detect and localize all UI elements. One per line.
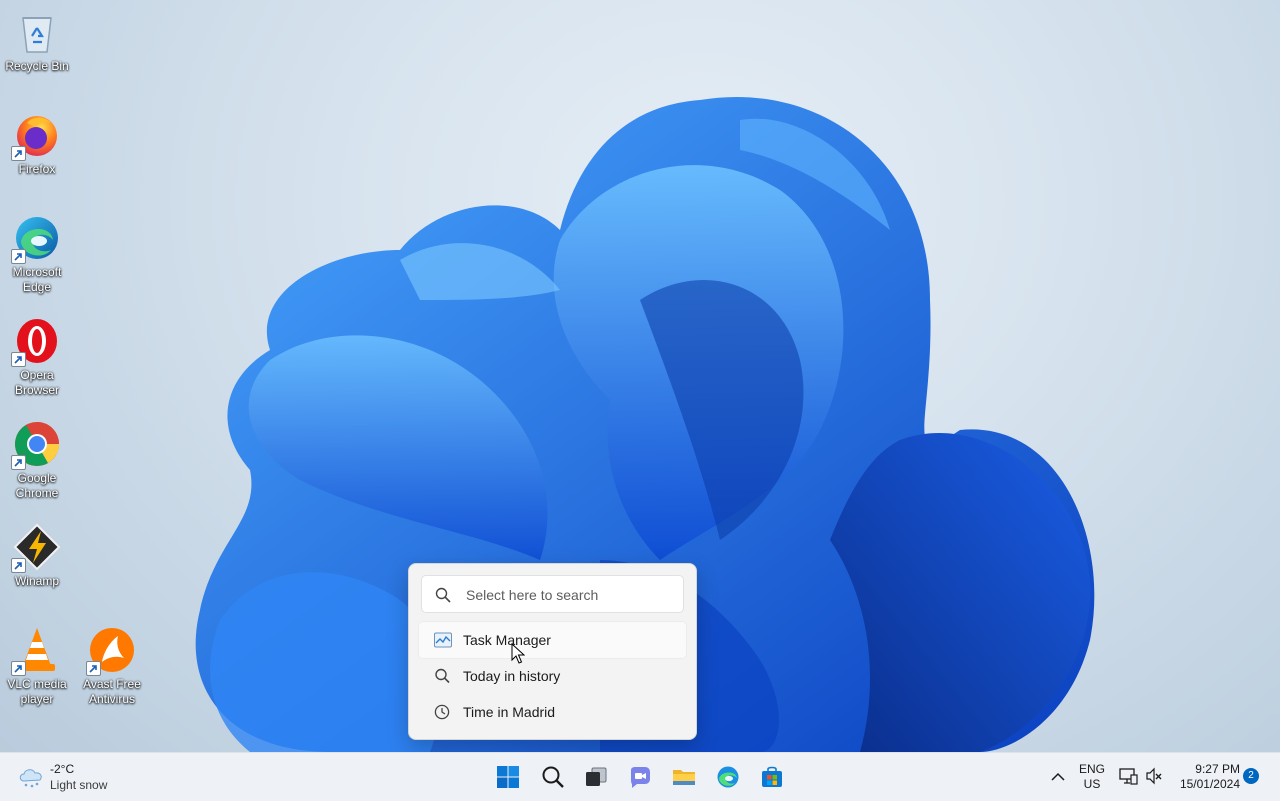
search-input[interactable] xyxy=(464,576,678,614)
desktop-icon-microsoft-edge[interactable]: Microsoft Edge xyxy=(0,214,75,295)
start-button[interactable] xyxy=(490,761,526,793)
desktop-icon-avast-free-antivirus[interactable]: Avast Free Antivirus xyxy=(74,626,150,707)
edge-icon xyxy=(717,766,739,788)
search-result-time-in-madrid[interactable]: Time in Madrid xyxy=(419,694,686,730)
desktop-icon-label: Google Chrome xyxy=(15,471,59,500)
weather-condition: Light snow xyxy=(50,778,108,792)
task-view-button[interactable] xyxy=(578,761,614,793)
network-monitor-icon[interactable] xyxy=(1118,767,1138,785)
shortcut-arrow-icon xyxy=(11,146,26,161)
store-icon xyxy=(762,766,782,787)
shortcut-arrow-icon xyxy=(11,558,26,573)
teams-chat-icon xyxy=(631,767,650,788)
search-icon xyxy=(542,766,564,788)
result-label: Time in Madrid xyxy=(463,704,556,720)
desktop-icon-label: Opera Browser xyxy=(14,368,59,397)
notification-badge[interactable]: 2 xyxy=(1243,768,1259,784)
weather-widget[interactable]: -2°C Light snow xyxy=(14,761,124,793)
chevron-up-icon[interactable] xyxy=(1048,765,1068,789)
desktop-icon-firefox[interactable]: Firefox xyxy=(0,111,75,177)
desktop-icon-label: Avast Free Antivirus xyxy=(83,677,141,706)
shortcut-arrow-icon xyxy=(86,661,101,676)
chat-button[interactable] xyxy=(622,761,658,793)
language-code: ENG xyxy=(1078,762,1105,776)
search-popup: Task Manager Today in history Time in Ma… xyxy=(408,563,697,740)
desktop: Recycle Bin Firefox Microsoft Edge Opera… xyxy=(0,0,1280,752)
chrome-icon xyxy=(11,420,61,470)
avast-icon xyxy=(86,626,136,676)
shortcut-arrow-icon xyxy=(11,352,26,367)
clock-icon xyxy=(434,704,450,720)
desktop-icon-vlc-media-player[interactable]: VLC media player xyxy=(0,626,75,707)
desktop-icon-google-chrome[interactable]: Google Chrome xyxy=(0,420,75,501)
desktop-icon-recycle-bin[interactable]: Recycle Bin xyxy=(0,8,75,74)
folder-icon xyxy=(673,770,695,785)
taskbar-search-button[interactable] xyxy=(535,761,571,793)
desktop-icon-label: Recycle Bin xyxy=(5,59,69,73)
desktop-icon-label: Winamp xyxy=(14,574,59,588)
desktop-icon-label: Firefox xyxy=(18,162,56,176)
result-label: Task Manager xyxy=(463,632,551,648)
task-view-icon xyxy=(586,767,607,786)
snow-cloud-icon xyxy=(19,769,42,788)
result-label: Today in history xyxy=(463,668,561,684)
store-button[interactable] xyxy=(754,761,790,793)
clock[interactable]: 9:27 PM 15/01/2024 xyxy=(1168,762,1240,792)
search-icon xyxy=(435,668,450,684)
taskbar: -2°C Light snow ENG US 9:27 PM 15/01/202… xyxy=(0,752,1280,801)
search-result-today-in-history[interactable]: Today in history xyxy=(419,658,686,694)
task-manager-icon xyxy=(434,632,452,648)
desktop-icon-opera-browser[interactable]: Opera Browser xyxy=(0,317,75,398)
desktop-icon-label: VLC media player xyxy=(7,677,67,706)
search-icon xyxy=(435,587,451,603)
language-indicator[interactable]: ENG US xyxy=(1072,762,1112,792)
microsoft-edge-icon xyxy=(11,214,61,264)
speaker-muted-icon[interactable] xyxy=(1145,767,1163,785)
vlc-cone-icon xyxy=(11,626,61,676)
clock-time: 9:27 PM xyxy=(1195,762,1240,776)
firefox-icon xyxy=(11,111,61,161)
recycle-bin-icon xyxy=(13,8,61,56)
edge-taskbar-button[interactable] xyxy=(710,761,746,793)
mouse-cursor-icon xyxy=(511,643,525,664)
search-result-task-manager[interactable]: Task Manager xyxy=(419,622,686,658)
shortcut-arrow-icon xyxy=(11,661,26,676)
search-box[interactable] xyxy=(421,575,684,614)
opera-icon xyxy=(11,317,61,367)
weather-temperature: -2°C xyxy=(50,762,75,776)
windows-logo-icon xyxy=(497,766,519,788)
language-region: US xyxy=(1083,777,1101,791)
winamp-icon xyxy=(11,523,61,573)
shortcut-arrow-icon xyxy=(11,249,26,264)
desktop-icon-winamp[interactable]: Winamp xyxy=(0,523,75,589)
clock-date: 15/01/2024 xyxy=(1179,777,1240,791)
shortcut-arrow-icon xyxy=(11,455,26,470)
file-explorer-button[interactable] xyxy=(666,761,702,793)
desktop-icon-label: Microsoft Edge xyxy=(12,265,62,294)
